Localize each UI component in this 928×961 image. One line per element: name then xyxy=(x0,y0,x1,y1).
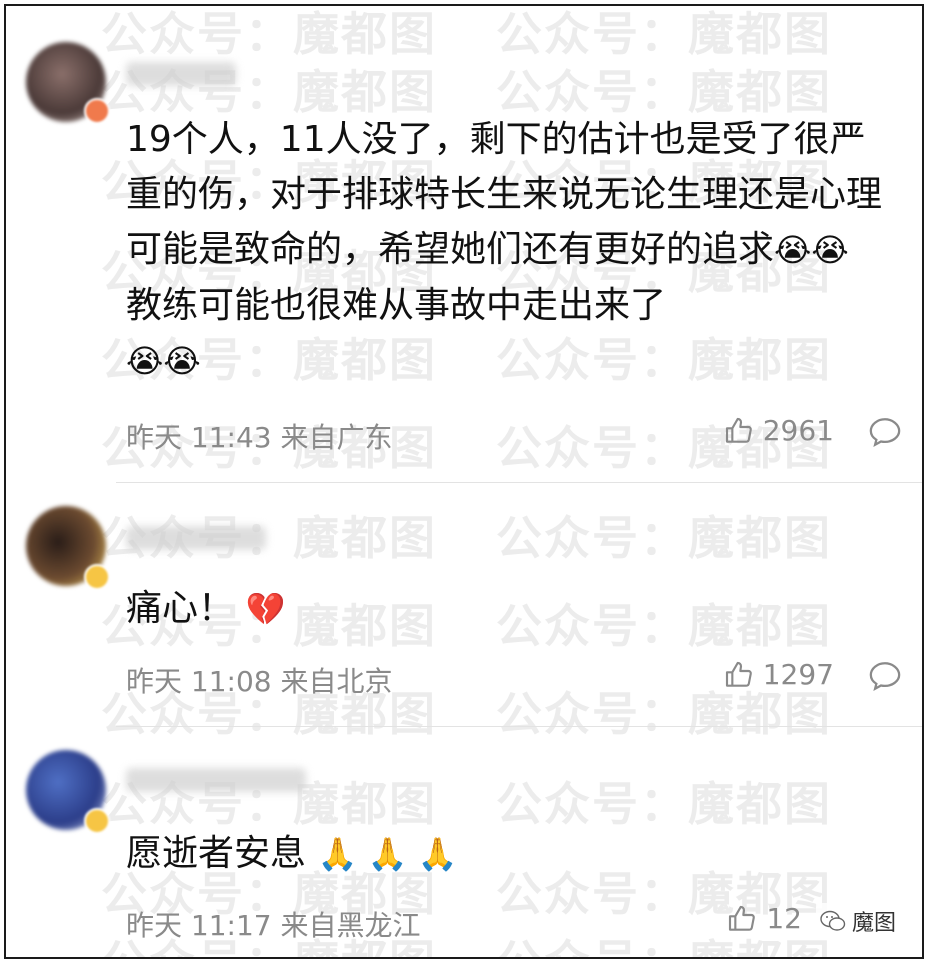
reply-button[interactable] xyxy=(868,660,902,696)
comment-bubble-icon xyxy=(869,418,901,447)
comment-text: 痛心！ 💔 xyxy=(126,581,882,637)
comment-body: 痛心！ xyxy=(126,588,235,629)
source-label: 魔图 xyxy=(851,911,896,936)
comment-body: 愿逝者安息 xyxy=(126,833,307,874)
comment-text: 19个人，11人没了，剩下的估计也是受了很严重的伤，对于排球特长生来说无论生理还… xyxy=(126,112,882,389)
crying-emoji: 😭😭 xyxy=(774,231,849,269)
verified-badge xyxy=(84,808,110,834)
thumbs-up-icon xyxy=(725,417,752,443)
comment-meta: 昨天 11:08 来自北京 xyxy=(126,660,393,700)
watermark: 公众号：魔都图 xyxy=(496,7,832,61)
comment-bubble-icon xyxy=(869,662,901,691)
watermark: 公众号：魔都图 xyxy=(496,511,832,565)
like-button[interactable]: 1297 xyxy=(723,658,834,691)
comment-panel: 公众号：魔都图 公众号：魔都图 公众号：魔都图 公众号：魔都图 公众号：魔都图 … xyxy=(4,4,924,959)
verified-badge xyxy=(84,564,110,590)
username-blurred[interactable] xyxy=(126,62,236,86)
comment-time: 昨天 11:17 xyxy=(126,909,272,942)
comment-location: 来自黑龙江 xyxy=(280,909,421,942)
praying-hands-emoji: 🙏 🙏 🙏 xyxy=(317,835,458,873)
watermark: 公众号：魔都图 xyxy=(496,777,832,831)
reply-button[interactable] xyxy=(868,416,902,452)
like-count: 12 xyxy=(766,902,802,935)
comment-time: 昨天 11:43 xyxy=(126,421,272,454)
comment-meta: 昨天 11:43 来自广东 xyxy=(126,416,393,456)
like-count: 1297 xyxy=(762,658,834,691)
divider xyxy=(116,726,922,727)
thumbs-up-icon xyxy=(725,661,752,687)
verified-badge xyxy=(84,98,110,124)
comment-meta: 昨天 11:17 来自黑龙江 xyxy=(126,904,421,944)
crying-emoji: 😭😭 xyxy=(126,342,201,380)
watermark: 公众号：魔都图 xyxy=(101,7,437,61)
username-blurred[interactable] xyxy=(126,768,306,792)
comment-body-continued: 教练可能也很难从事故中走出来了 xyxy=(126,285,667,326)
comment-location: 来自广东 xyxy=(280,421,393,454)
like-button[interactable]: 12 xyxy=(726,902,802,935)
comment-location: 来自北京 xyxy=(280,665,393,698)
divider xyxy=(116,482,922,483)
like-count: 2961 xyxy=(762,414,834,447)
comment-body: 19个人，11人没了，剩下的估计也是受了很严重的伤，对于排球特长生来说无论生理还… xyxy=(126,119,883,270)
broken-heart-emoji: 💔 xyxy=(245,590,286,628)
username-blurred[interactable] xyxy=(126,526,266,550)
wechat-icon xyxy=(820,910,846,931)
source-watermark: 魔图 xyxy=(815,903,900,939)
thumbs-up-icon xyxy=(729,905,756,931)
comment-time: 昨天 11:08 xyxy=(126,665,272,698)
comment-text: 愿逝者安息 🙏 🙏 🙏 xyxy=(126,826,882,882)
like-button[interactable]: 2961 xyxy=(723,414,834,447)
